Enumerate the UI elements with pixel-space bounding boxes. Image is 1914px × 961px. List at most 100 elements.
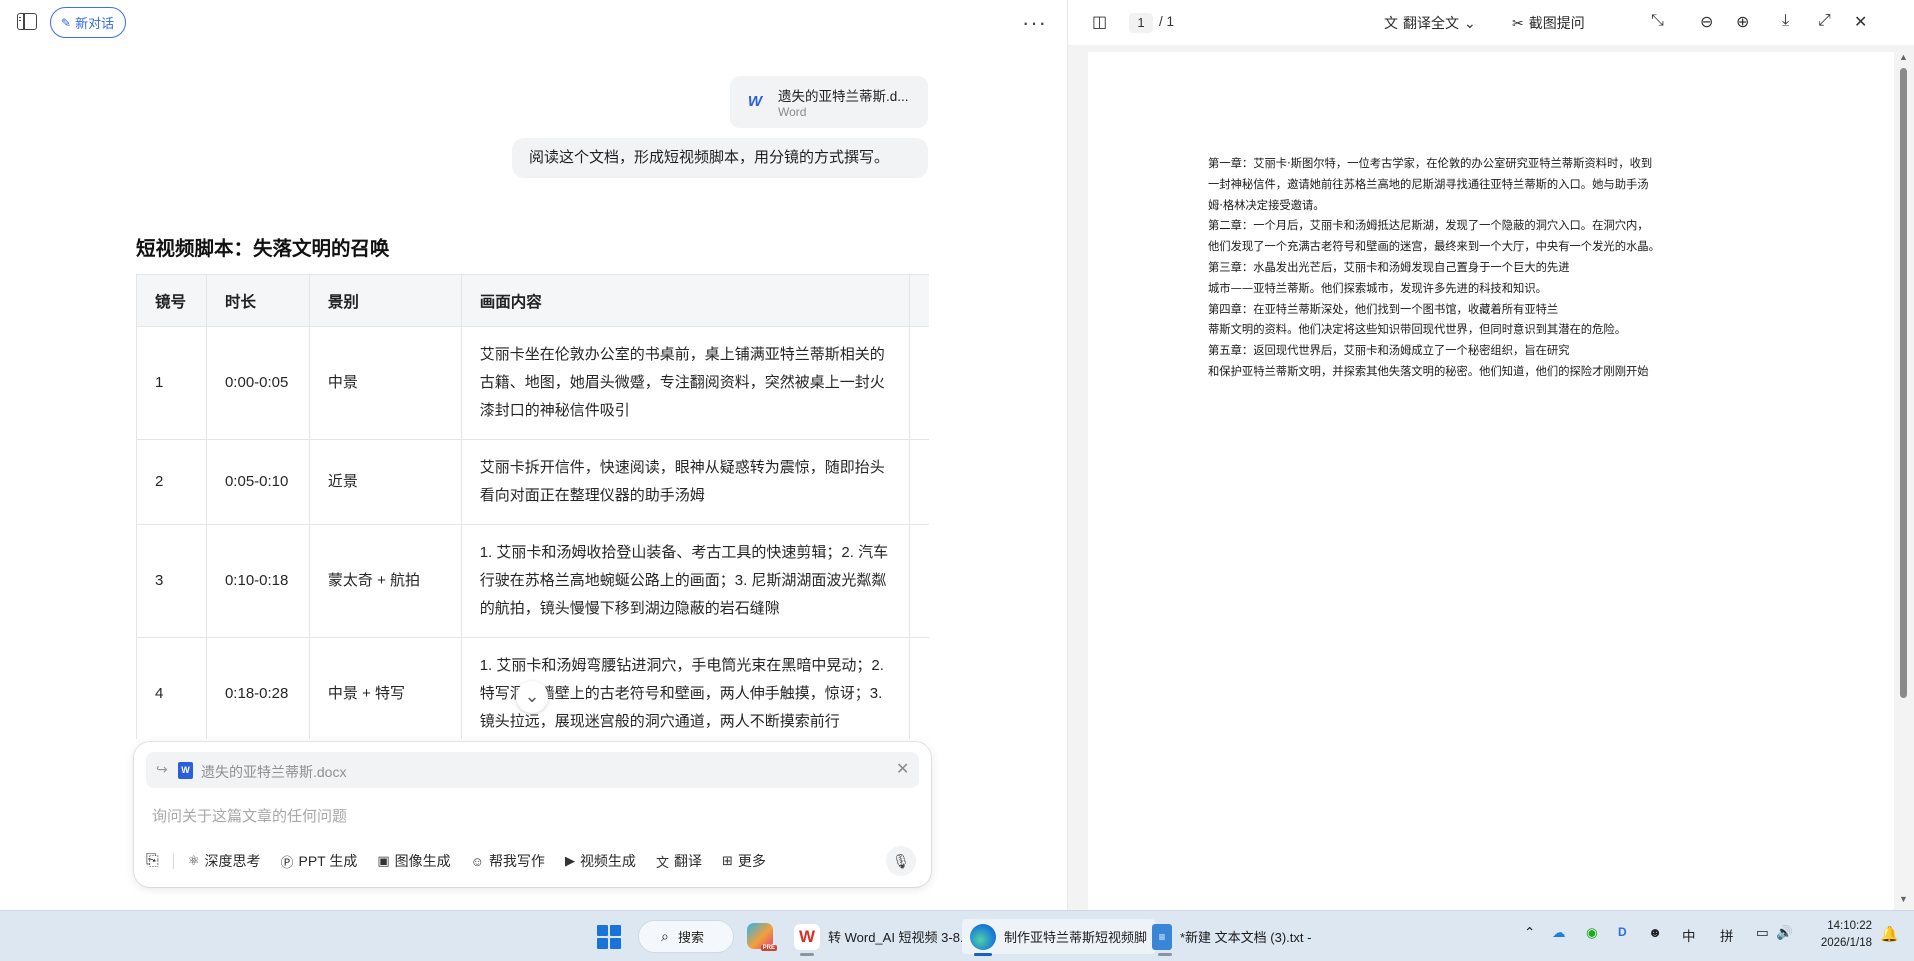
doc-line: 第三章：水晶发出光芒后，艾丽卡和汤姆发现自己置身于一个巨大的先进 [1208,260,1570,274]
new-chat-button[interactable]: ✎ 新对话 [50,7,127,38]
header-shot-type: 景别 [308,274,462,327]
taskbar-app-label: 转 Word_AI 短视频 3-8.c [828,930,971,945]
system-clock[interactable]: 14:10:22 2026/1/18 [1804,918,1872,952]
scrollbar-thumb[interactable] [1900,68,1907,698]
doc-line: 第一章：艾丽卡·斯图尔特，一位考古学家，在伦敦的办公室研究亚特兰蒂斯资料时，收到 [1208,157,1653,170]
edge-icon [970,923,996,950]
taskbar-app-label: *新建 文本文档 (3).txt - [1180,930,1312,945]
ppt-generate-label: PPT 生成 [298,853,358,869]
word-file-icon: W [178,762,193,779]
file-name: 遗失的亚特兰蒂斯.d... [778,89,909,104]
more-options-icon[interactable]: ··· [1022,10,1047,36]
write-icon: ☺ [470,853,484,869]
atom-icon: ⚛ [187,853,200,868]
translate-button[interactable]: 文翻译 [656,851,702,871]
doc-line: 姆·格林决定接受邀请。 [1208,198,1325,212]
ime-mode-2[interactable]: 拼 [1720,925,1734,945]
deep-think-label: 深度思考 [204,853,261,869]
cell-shot: 蒙太奇 + 航拍 [308,524,462,638]
ppt-generate-button[interactable]: Ⓟ PPT 生成 [280,851,357,871]
expand-icon[interactable]: ⤢ [1818,12,1831,30]
zoom-out-icon[interactable]: ⊖ [1700,12,1713,32]
more-tools-button[interactable]: ⊞ 更多 [722,851,766,871]
taskbar-app-edge[interactable]: 制作亚特兰蒂斯短视频脚 [962,919,1156,956]
table-row: 2 0:05-0:10 近景 艾丽卡拆开信件，快速阅读，眼神从疑惑转为震惊，随即… [136,439,929,525]
chevron-down-icon: ⌄ [524,686,540,706]
cell-shot: 中景 [308,326,462,440]
viewer-scrollbar[interactable]: ▲ ▼ [1894,52,1914,910]
download-icon[interactable]: ⤓ [1782,12,1789,30]
doc-line: 第四章：在亚特兰蒂斯深处，他们找到一个图书馆，收藏着所有亚特兰 [1208,302,1559,316]
show-hidden-icons-chevron-up-icon[interactable]: ⌃ [1524,925,1535,941]
reply-arrow-icon: ↪ [156,761,168,777]
table-header-row: 镜号 时长 景别 画面内容 [136,274,929,327]
translate-icon: 文 [1384,15,1398,31]
scroll-to-bottom-button[interactable]: ⌄ [516,681,548,713]
sidebar-toggle-icon[interactable] [17,13,37,30]
remove-attachment-icon[interactable]: ✕ [896,759,909,779]
header-truncated [909,274,929,327]
video-generate-button[interactable]: ▶ 视频生成 [565,851,636,871]
doc-line: 城市——亚特兰蒂斯。他们探索城市，发现许多先进的科技和知识。 [1208,281,1547,295]
wechat-icon[interactable]: ◉ [1586,925,1598,941]
taskbar: ⌕ 搜索 PRE W 转 Word_AI 短视频 3-8.c 制作亚特兰蒂斯短视… [0,910,1914,961]
cell-content: 艾丽卡坐在伦敦办公室的书桌前，桌上铺满亚特兰蒂斯相关的古籍、地图，她眉头微蹙，专… [460,326,911,440]
ime-mode-1[interactable]: 中 [1682,925,1696,945]
storyboard-table-container[interactable]: 镜号 时长 景别 画面内容 1 0:00-0:05 中景 艾丽卡坐在伦敦办公室的… [136,274,929,739]
translate-label: 翻译 [673,853,702,869]
doc-line: 第五章：返回现代世界后，艾丽卡和汤姆成立了一个秘密组织，旨在研究 [1208,344,1570,358]
translate-all-button[interactable]: 文 翻译全文 ⌄ [1384,13,1476,33]
document-page: 第一章：艾丽卡·斯图尔特，一位考古学家，在伦敦的办公室研究亚特兰蒂斯资料时，收到… [1088,52,1894,910]
cell-duration: 0:00-0:05 [205,326,310,440]
ppt-icon: Ⓟ [280,854,294,870]
panel-toggle-icon[interactable]: ◫ [1092,12,1107,32]
attached-file-name: 遗失的亚特兰蒂斯.docx [201,764,347,780]
copilot-icon[interactable]: PRE [747,923,777,951]
taskbar-app-wps[interactable]: W 转 Word_AI 短视频 3-8.c [786,919,978,956]
taskbar-search[interactable]: ⌕ 搜索 [638,920,734,953]
paperclip-icon[interactable]: ⎘ [146,852,159,870]
notification-bell-icon[interactable]: 🔔 [1880,925,1899,943]
volume-icon[interactable]: 🔊 [1776,925,1793,941]
doc-line: 一封神秘信件，邀请她前往苏格兰高地的尼斯湖寻找通往亚特兰蒂斯的入口。她与助手汤 [1208,177,1649,191]
scroll-down-arrow-icon[interactable]: ▼ [1899,894,1908,904]
windows-start-icon[interactable] [597,925,621,949]
image-icon: ▣ [377,853,390,868]
toolbar-divider [172,853,174,869]
doc-line: 他们发现了一个充满古老符号和壁画的迷宫，最终来到一个大厅，中央有一个发光的水晶。 [1208,240,1660,254]
fit-page-icon[interactable]: ⤡ [1651,12,1664,30]
user-message: 阅读这个文档，形成短视频脚本，用分镜的方式撰写。 [512,138,928,178]
user-icon[interactable]: ☻ [1648,925,1662,940]
zoom-in-icon[interactable]: ⊕ [1736,12,1749,32]
new-chat-label: 新对话 [75,16,115,31]
chat-pane: ✎ 新对话 ··· W 遗失的亚特兰蒂斯.d... Word 阅读这个文档，形成… [0,0,1067,910]
grid-icon: ⊞ [721,853,733,868]
header-shot-number: 镜号 [136,274,207,327]
image-generate-label: 图像生成 [394,853,451,869]
search-label: 搜索 [678,930,705,945]
microphone-button[interactable]: 🎙 [886,846,916,876]
cell-truncated: : [909,524,929,638]
doc-line: 蒂斯文明的资料。他们决定将这些知识带回现代世界，但同时意识到其潜在的危险。 [1208,323,1626,337]
cell-no: 1 [136,326,207,440]
display-icon[interactable]: ▭ [1756,925,1769,941]
translate-all-label: 翻译全文 [1403,15,1459,31]
onedrive-cloud-icon[interactable]: ☁ [1552,925,1566,941]
document-viewer: ◫ 1 / 1 文 翻译全文 ⌄ ✂ 截图提问 ⤡ ⊖ ⊕ ⤓ ⤢ ✕ 第一章：… [1068,0,1914,910]
cell-truncated: : [909,326,929,440]
attached-file-chip[interactable]: W 遗失的亚特兰蒂斯.d... Word [730,76,928,128]
write-assist-button[interactable]: ☺ 帮我写作 [471,851,545,871]
cell-duration: 0:10-0:18 [205,524,310,638]
table-row: 3 0:10-0:18 蒙太奇 + 航拍 1. 艾丽卡和汤姆收拾登山装备、考古工… [136,524,929,638]
dingtalk-icon[interactable]: D [1618,925,1627,939]
page-number-input[interactable]: 1 [1129,13,1153,33]
screenshot-ask-button[interactable]: ✂ 截图提问 [1512,13,1585,33]
scroll-up-arrow-icon[interactable]: ▲ [1899,52,1908,62]
taskbar-app-notepad[interactable]: ≡ *新建 文本文档 (3).txt - [1144,919,1319,956]
image-generate-button[interactable]: ▣ 图像生成 [377,851,450,871]
close-icon[interactable]: ✕ [1854,12,1867,32]
script-title: 短视频脚本：失落文明的召唤 [136,238,390,260]
deep-think-button[interactable]: ⚛ 深度思考 [188,851,261,871]
prompt-composer: ↪ W 遗失的亚特兰蒂斯.docx ✕ ⎘ ⚛ 深度思考 ⓅPPT 生成 ▣ 图像生… [134,742,931,887]
prompt-input[interactable] [152,804,912,828]
